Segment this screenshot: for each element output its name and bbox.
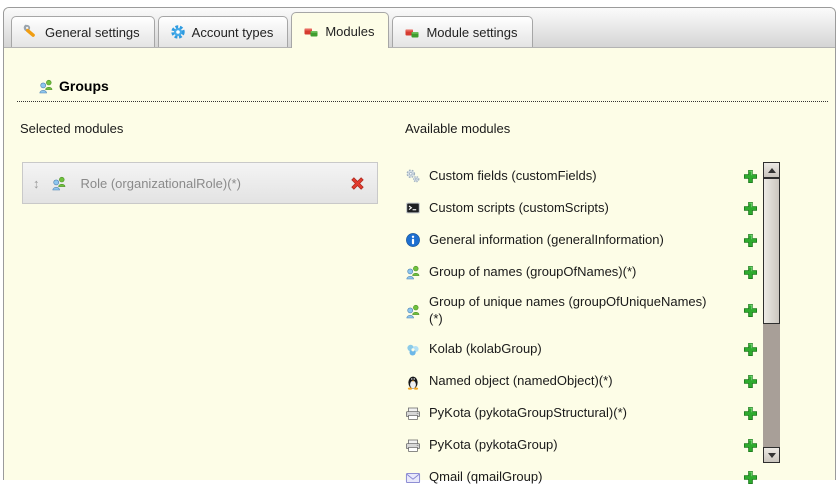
groups-icon <box>405 264 421 280</box>
module-label: Role (organizationalRole)(*) <box>80 175 241 191</box>
add-module-button[interactable] <box>743 201 758 216</box>
scrollbar-down-button[interactable] <box>763 447 780 463</box>
module-label: Group of names (groupOfNames)(*) <box>429 263 637 279</box>
available-module-row: Group of unique names (groupOfUniqueName… <box>405 294 758 328</box>
available-module-row: PyKota (pykotaGroup) <box>405 436 758 456</box>
tab-general-settings[interactable]: General settings <box>11 16 155 47</box>
groups-icon <box>405 303 421 319</box>
scrollbar-thumb[interactable] <box>763 178 780 324</box>
printer-icon <box>405 438 421 454</box>
available-module-row: PyKota (pykotaGroupStructural)(*) <box>405 404 758 424</box>
groups-icon <box>51 175 67 191</box>
available-module-row: Qmail (qmailGroup) <box>405 468 758 488</box>
available-modules-list: Custom fields (customFields) Custom scri… <box>405 166 758 500</box>
add-module-button[interactable] <box>743 406 758 421</box>
groups-icon <box>38 78 54 94</box>
add-module-button[interactable] <box>743 303 758 318</box>
module-label: Group of unique names (groupOfUniqueName… <box>429 294 707 326</box>
tab-label: Modules <box>325 23 375 39</box>
add-module-button[interactable] <box>743 342 758 357</box>
gears-icon <box>405 168 421 184</box>
available-module-row: Custom scripts (customScripts) <box>405 198 758 218</box>
tab-label: Account types <box>191 24 274 40</box>
available-module-row: Custom fields (customFields) <box>405 166 758 186</box>
module-label: Custom scripts (customScripts) <box>429 199 609 215</box>
scrollbar <box>763 162 780 463</box>
add-module-button[interactable] <box>743 438 758 453</box>
module-label: Kolab (kolabGroup) <box>429 341 542 357</box>
module-label: Qmail (qmailGroup) <box>429 469 543 485</box>
module-label: Custom fields (customFields) <box>429 167 597 183</box>
kolab-icon <box>405 342 421 358</box>
drag-handle-icon[interactable]: ↕ <box>33 177 40 190</box>
module-label: General information (generalInformation) <box>429 231 664 247</box>
selected-modules-heading: Selected modules <box>20 121 124 136</box>
available-module-row: Kolab (kolabGroup) <box>405 340 758 360</box>
section-header-groups: Groups <box>17 78 828 102</box>
selected-module-row: ↕ Role (organizationalRole)(*) <box>22 162 378 204</box>
section-title: Groups <box>59 78 109 94</box>
add-module-button[interactable] <box>743 265 758 280</box>
tab-label: Module settings <box>426 24 518 40</box>
available-modules-heading: Available modules <box>405 121 511 136</box>
info-icon <box>405 232 421 248</box>
tab-modules[interactable]: Modules <box>291 12 390 48</box>
envelope-icon <box>405 470 421 486</box>
delete-module-button[interactable] <box>349 175 366 192</box>
module-label: PyKota (pykotaGroupStructural)(*) <box>429 405 627 421</box>
tab-label: General settings <box>45 24 140 40</box>
add-module-button[interactable] <box>743 169 758 184</box>
down-arrow-icon <box>767 452 776 458</box>
available-module-row: General information (generalInformation) <box>405 230 758 250</box>
add-module-button[interactable] <box>743 374 758 389</box>
terminal-icon <box>405 200 421 216</box>
gear-icon <box>170 24 186 40</box>
penguin-icon <box>405 374 421 390</box>
module-label: PyKota (pykotaGroup) <box>429 437 558 453</box>
scrollbar-up-button[interactable] <box>763 162 780 178</box>
modules-icon <box>303 23 319 39</box>
add-module-button[interactable] <box>743 470 758 485</box>
printer-icon <box>405 406 421 422</box>
add-module-button[interactable] <box>743 233 758 248</box>
up-arrow-icon <box>767 167 776 173</box>
available-module-row: Group of names (groupOfNames)(*) <box>405 262 758 282</box>
wrench-icon <box>23 24 39 40</box>
tab-module-settings[interactable]: Module settings <box>392 16 533 47</box>
available-module-row: Named object (namedObject)(*) <box>405 372 758 392</box>
module-label: Named object (namedObject)(*) <box>429 373 613 389</box>
modules-icon <box>404 24 420 40</box>
tab-bar: General settings Account types Modules M… <box>4 8 835 48</box>
tab-account-types[interactable]: Account types <box>157 16 289 47</box>
